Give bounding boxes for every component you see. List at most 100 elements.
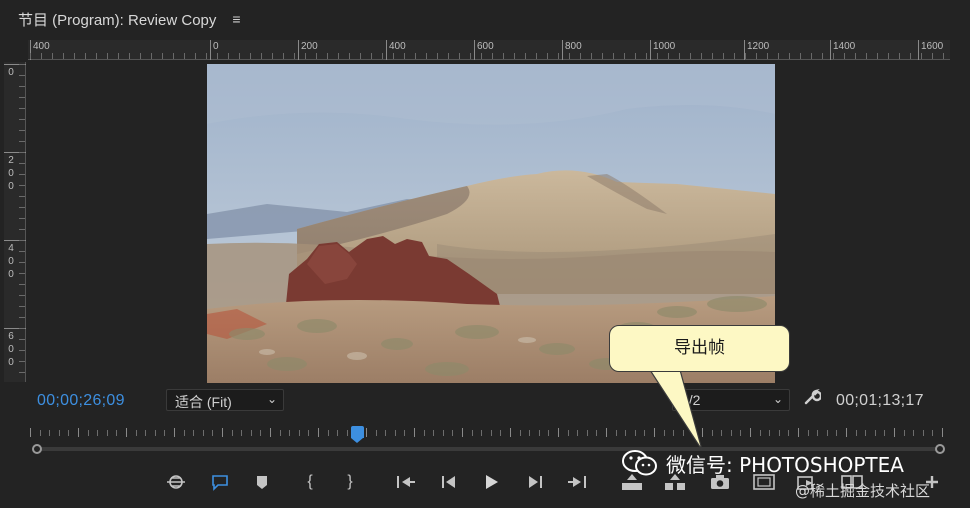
- ruler-minor-tick: [19, 86, 25, 87]
- ruler-minor-tick: [580, 53, 581, 59]
- ruler-minor-tick: [19, 163, 25, 164]
- ruler-minor-tick: [19, 119, 25, 120]
- time-ruler-tick: [586, 430, 588, 436]
- ruler-minor-tick: [195, 53, 196, 59]
- time-ruler-tick: [548, 430, 550, 436]
- time-ruler-tick: [414, 428, 415, 437]
- ruler-minor-tick: [833, 53, 834, 59]
- time-ruler-tick: [366, 428, 367, 437]
- ruler-minor-tick: [217, 53, 218, 59]
- ruler-minor-tick: [415, 53, 416, 59]
- ruler-label: 400: [8, 243, 14, 280]
- play-icon[interactable]: [481, 470, 501, 494]
- time-ruler-tick: [241, 430, 243, 436]
- time-ruler-tick: [846, 428, 847, 437]
- time-ruler-tick: [788, 430, 790, 436]
- wrench-settings-icon[interactable]: [803, 388, 823, 411]
- zoom-level-select[interactable]: 适合 (Fit) ⌄: [166, 389, 284, 411]
- ruler-minor-tick: [844, 53, 845, 59]
- ruler-minor-tick: [30, 53, 31, 59]
- time-ruler-tick: [500, 430, 502, 436]
- ruler-minor-tick: [778, 53, 779, 59]
- ruler-minor-tick: [800, 53, 801, 59]
- ruler-minor-tick: [657, 53, 658, 59]
- panel-title[interactable]: 节目 (Program): Review Copy: [18, 9, 216, 30]
- time-ruler-tick: [97, 430, 99, 436]
- horizontal-ruler: 400 0 200 400 600 800 1000 1200 1400 1600: [28, 40, 950, 60]
- time-ruler-tick: [404, 430, 406, 436]
- time-ruler-tick: [58, 430, 60, 436]
- ruler-minor-tick: [19, 361, 25, 362]
- ruler-minor-tick: [19, 141, 25, 142]
- ruler-minor-tick: [624, 53, 625, 59]
- ruler-label: 200: [8, 155, 14, 192]
- time-ruler-tick: [817, 430, 819, 436]
- comment-icon[interactable]: [210, 470, 230, 494]
- ruler-minor-tick: [19, 185, 25, 186]
- mark-out-icon[interactable]: }: [340, 470, 360, 494]
- ruler-minor-tick: [305, 53, 306, 59]
- time-ruler-tick: [183, 430, 185, 436]
- ruler-minor-tick: [19, 273, 25, 274]
- time-ruler-tick: [231, 430, 233, 436]
- ruler-minor-tick: [19, 306, 25, 307]
- ruler-minor-tick: [690, 53, 691, 59]
- time-ruler-tick: [202, 430, 204, 436]
- time-ruler-tick: [740, 430, 742, 436]
- ruler-minor-tick: [19, 372, 25, 373]
- current-timecode[interactable]: 00;00;26;09: [37, 392, 125, 410]
- time-ruler-tick: [865, 430, 867, 436]
- ruler-minor-tick: [382, 53, 383, 59]
- zoom-handle-right[interactable]: [935, 444, 945, 454]
- time-ruler-tick: [164, 430, 166, 436]
- time-ruler-tick: [260, 430, 262, 436]
- ruler-minor-tick: [899, 53, 900, 59]
- time-ruler-tick: [39, 430, 41, 436]
- go-to-in-icon[interactable]: [394, 470, 416, 494]
- time-ruler-tick: [327, 430, 329, 436]
- ruler-minor-tick: [239, 53, 240, 59]
- time-ruler-ticks: [30, 428, 945, 438]
- ruler-minor-tick: [503, 53, 504, 59]
- ruler-minor-tick: [910, 53, 911, 59]
- ruler-minor-tick: [921, 53, 922, 59]
- time-ruler-tick: [625, 430, 627, 436]
- marker-edit-icon[interactable]: [165, 470, 187, 494]
- ruler-minor-tick: [19, 152, 25, 153]
- step-forward-icon[interactable]: [526, 470, 546, 494]
- ruler-minor-tick: [19, 130, 25, 131]
- step-back-icon[interactable]: [438, 470, 458, 494]
- ruler-minor-tick: [536, 53, 537, 59]
- ruler-label: 1400: [833, 41, 856, 52]
- ruler-minor-tick: [767, 53, 768, 59]
- ruler-minor-tick: [19, 75, 25, 76]
- ruler-minor-tick: [19, 284, 25, 285]
- ruler-major-tick: [918, 40, 919, 60]
- ruler-minor-tick: [162, 53, 163, 59]
- time-ruler-tick: [30, 428, 31, 437]
- ruler-minor-tick: [756, 53, 757, 59]
- go-to-out-icon[interactable]: [567, 470, 589, 494]
- ruler-minor-tick: [19, 108, 25, 109]
- ruler-minor-tick: [19, 97, 25, 98]
- ruler-minor-tick: [19, 196, 25, 197]
- ruler-minor-tick: [129, 53, 130, 59]
- time-ruler-tick: [519, 430, 521, 436]
- ruler-minor-tick: [514, 53, 515, 59]
- zoom-handle-left[interactable]: [32, 444, 42, 454]
- mark-in-icon[interactable]: {: [300, 470, 320, 494]
- time-ruler-tick: [212, 430, 214, 436]
- time-ruler-tick: [874, 430, 876, 436]
- ruler-minor-tick: [96, 53, 97, 59]
- time-ruler-tick: [116, 430, 118, 436]
- add-marker-icon[interactable]: [252, 470, 272, 494]
- ruler-minor-tick: [107, 53, 108, 59]
- time-ruler-tick: [126, 428, 127, 437]
- wechat-logo-icon: [622, 450, 657, 476]
- playhead[interactable]: [351, 426, 365, 443]
- time-ruler-tick: [318, 428, 319, 437]
- hamburger-icon[interactable]: ≡: [232, 11, 240, 27]
- time-ruler-tick: [135, 430, 137, 436]
- ruler-minor-tick: [327, 53, 328, 59]
- zoom-level-value: 适合 (Fit): [175, 394, 232, 410]
